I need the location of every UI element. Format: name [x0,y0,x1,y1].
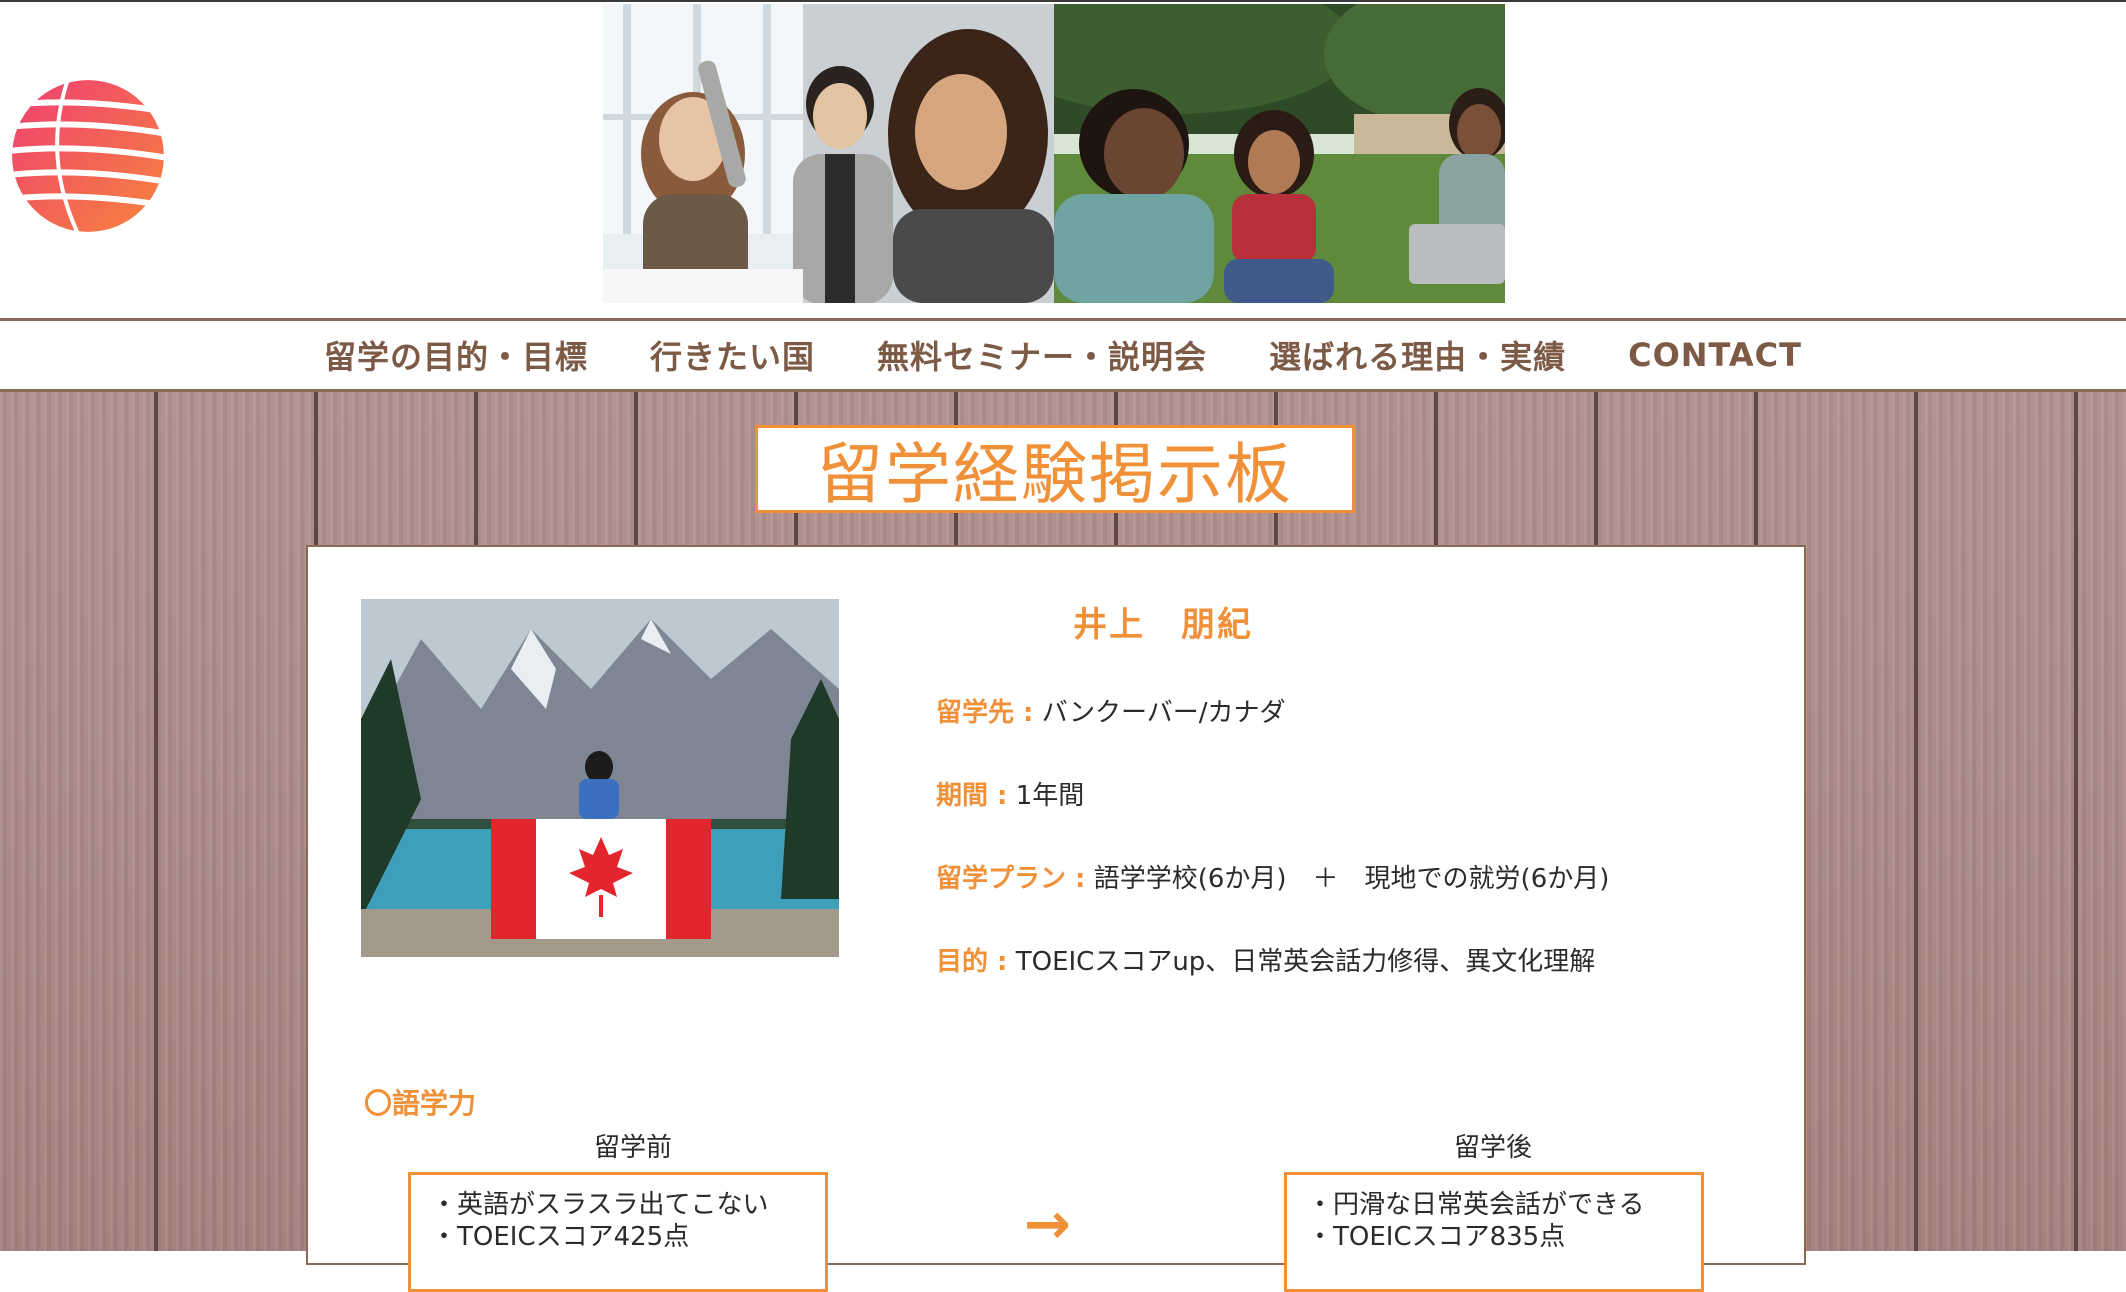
striped-globe-icon[interactable] [10,78,166,234]
info-key: 留学プラン : [936,864,1086,894]
hero-image [603,4,1505,303]
nav-item-purpose[interactable]: 留学の目的・目標 [324,332,588,378]
campus-photo [1054,4,1505,303]
after-line: ・円滑な日常英会話ができる [1307,1190,1645,1220]
before-label: 留学前 [593,1133,672,1163]
info-value: TOEICスコアup、日常英会話力修得、異文化理解 [1007,947,1596,977]
info-row-destination: 留学先 : バンクーバー/カナダ [936,692,1286,729]
info-key: 期間 : [936,781,1008,811]
before-box: ・英語がスラスラ出てこない ・TOEICスコア425点 [408,1172,828,1292]
classroom-photo [603,4,1054,303]
info-row-period: 期間 : 1年間 [936,775,1084,812]
nav-item-seminar[interactable]: 無料セミナー・説明会 [877,332,1207,378]
before-line: ・英語がスラスラ出てこない [431,1190,769,1220]
main-nav: 留学の目的・目標 行きたい国 無料セミナー・説明会 選ばれる理由・実績 CONT… [0,318,2126,392]
site-header [0,0,2126,318]
after-box: ・円滑な日常英会話ができる ・TOEICスコア835点 [1284,1172,1704,1292]
info-key: 留学先 : [936,698,1034,728]
info-value: バンクーバー/カナダ [1033,698,1286,728]
nav-item-reasons[interactable]: 選ばれる理由・実績 [1269,332,1566,378]
info-row-plan: 留学プラン : 語学学校(6か月) ＋ 現地での就労(6か月) [936,858,1609,895]
after-label: 留学後 [1453,1133,1532,1163]
info-key: 目的 : [936,947,1008,977]
info-value: 語学学校(6か月) ＋ 現地での就労(6か月) [1085,864,1610,894]
student-name: 井上 朋紀 [1073,605,1253,645]
experience-card: 井上 朋紀 留学先 : バンクーバー/カナダ 期間 : 1年間 留学プラン : … [306,545,1806,1292]
page-title: 留学経験掲示板 [755,425,1355,513]
nav-item-countries[interactable]: 行きたい国 [650,332,815,378]
after-line: ・TOEICスコア835点 [1307,1222,1566,1252]
nav-item-contact[interactable]: CONTACT [1628,336,1802,374]
info-row-purpose: 目的 : TOEICスコアup、日常英会話力修得、異文化理解 [936,941,1595,978]
student-photo [361,599,839,957]
before-line: ・TOEICスコア425点 [431,1222,690,1252]
section-heading-language: 〇語学力 [364,1087,477,1120]
info-value: 1年間 [1007,781,1085,811]
arrow-right-icon: → [1024,1192,1071,1257]
